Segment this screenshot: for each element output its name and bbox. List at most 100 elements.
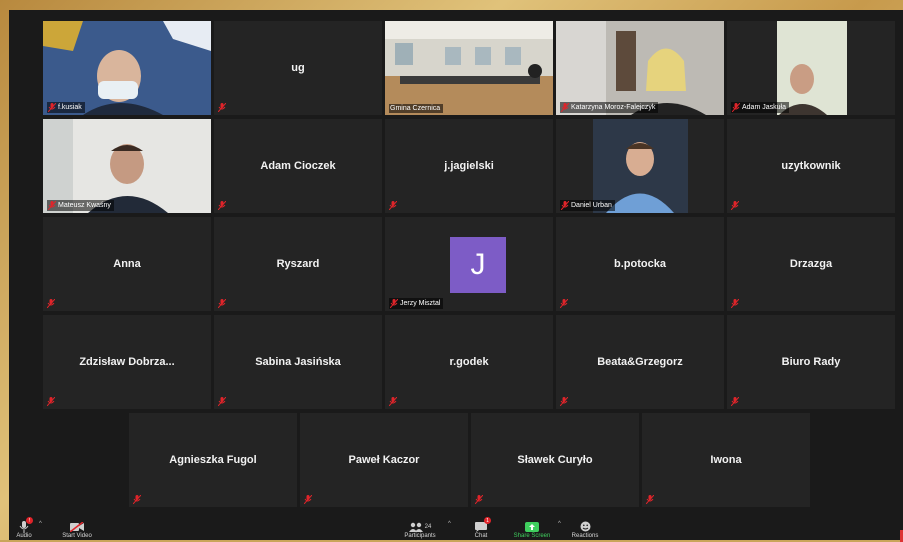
participant-video: [556, 119, 724, 213]
participant-avatar: J: [450, 237, 506, 293]
reactions-button[interactable]: Reactions: [565, 518, 605, 540]
video-tile[interactable]: uzytkownik: [727, 119, 895, 213]
participants-button[interactable]: 24 Participants: [399, 518, 441, 540]
reactions-label: Reactions: [571, 533, 599, 539]
participant-name: Jerzy Misztal: [400, 300, 441, 307]
video-tile[interactable]: Iwona: [642, 413, 810, 507]
muted-mic-icon: [560, 397, 568, 406]
video-tile[interactable]: b.potocka: [556, 217, 724, 311]
video-tile-active-speaker[interactable]: Gmina Czernica: [385, 21, 553, 115]
participant-label: Adam Jaskuła: [731, 102, 789, 113]
participant-name: Sławek Curyło: [517, 454, 593, 466]
share-screen-label: Share Screen: [513, 533, 551, 539]
muted-mic-icon: [218, 299, 226, 308]
video-tile[interactable]: Beata&Grzegorz: [556, 315, 724, 409]
muted-mic-icon: [561, 201, 569, 210]
chat-unread-badge: 1: [484, 517, 491, 524]
video-tile[interactable]: Daniel Urban: [556, 119, 724, 213]
muted-mic-icon: [731, 397, 739, 406]
audio-button[interactable]: ! Audio: [13, 517, 35, 540]
participant-name: Zdzisław Dobrza...: [79, 356, 175, 368]
video-tile[interactable]: j.jagielski: [385, 119, 553, 213]
participant-name: ug: [291, 62, 305, 74]
participant-video: [385, 21, 553, 115]
audio-options-chevron-icon[interactable]: ^: [39, 521, 42, 527]
muted-mic-icon: [133, 495, 141, 504]
reactions-smiley-icon: [580, 520, 591, 533]
participant-label: Gmina Czernica: [389, 104, 444, 113]
participant-name: Gmina Czernica: [390, 105, 441, 112]
participant-name: Daniel Urban: [571, 202, 612, 209]
participants-count: 24: [424, 523, 432, 530]
video-tile[interactable]: Katarzyna Moroz-Falejczyk: [556, 21, 724, 115]
muted-mic-icon: [732, 103, 740, 112]
participant-name: j.jagielski: [444, 160, 494, 172]
share-screen-button[interactable]: Share Screen: [509, 518, 555, 540]
muted-mic-icon: [475, 495, 483, 504]
video-tile[interactable]: Agnieszka Fugol: [129, 413, 297, 507]
muted-mic-icon: [218, 397, 226, 406]
muted-mic-icon: [48, 103, 56, 112]
muted-mic-icon: [390, 299, 398, 308]
audio-alert-badge: !: [26, 517, 33, 524]
participants-icon: [408, 522, 423, 532]
video-tile[interactable]: Adam Cioczek: [214, 119, 382, 213]
participant-video: [43, 119, 211, 213]
share-screen-icon: [525, 520, 539, 533]
video-tile[interactable]: Sławek Curyło: [471, 413, 639, 507]
video-tile[interactable]: Adam Jaskuła: [727, 21, 895, 115]
video-tile[interactable]: Mateusz Kwaśny: [43, 119, 211, 213]
participant-name: Beata&Grzegorz: [597, 356, 683, 368]
participants-options-chevron-icon[interactable]: ^: [448, 521, 451, 527]
participant-label: Jerzy Misztal: [389, 298, 444, 309]
video-off-icon: [70, 520, 84, 533]
participants-label: Participants: [404, 533, 436, 539]
participant-name: Biuro Rady: [781, 356, 841, 368]
participant-name: Iwona: [710, 454, 742, 466]
muted-mic-icon: [731, 299, 739, 308]
muted-mic-icon: [218, 103, 226, 112]
muted-mic-icon: [389, 397, 397, 406]
muted-mic-icon: [731, 201, 739, 210]
participant-name: Katarzyna Moroz-Falejczyk: [571, 104, 656, 111]
video-tile[interactable]: Sabina Jasińska: [214, 315, 382, 409]
muted-mic-icon: [560, 299, 568, 308]
participant-name: Adam Cioczek: [260, 160, 336, 172]
muted-mic-icon: [47, 397, 55, 406]
participant-name: Anna: [113, 258, 141, 270]
video-tile[interactable]: Paweł Kaczor: [300, 413, 468, 507]
video-tile[interactable]: ug: [214, 21, 382, 115]
participant-video: [43, 21, 211, 115]
share-options-chevron-icon[interactable]: ^: [558, 521, 561, 527]
participant-label: Mateusz Kwaśny: [47, 200, 114, 211]
participant-name: Ryszard: [276, 258, 320, 270]
participant-name: Adam Jaskuła: [742, 104, 786, 111]
muted-mic-icon: [48, 201, 56, 210]
video-tile[interactable]: Zdzisław Dobrza...: [43, 315, 211, 409]
muted-mic-icon: [389, 201, 397, 210]
video-tile[interactable]: f.kusiak: [43, 21, 211, 115]
video-tile[interactable]: Drzazga: [727, 217, 895, 311]
muted-mic-icon: [218, 201, 226, 210]
participant-name: f.kusiak: [58, 104, 82, 111]
participant-video: [727, 21, 895, 115]
participant-name: Sabina Jasińska: [255, 356, 341, 368]
video-tile[interactable]: r.godek: [385, 315, 553, 409]
video-tile[interactable]: Anna: [43, 217, 211, 311]
muted-mic-icon: [646, 495, 654, 504]
start-video-label: Start Video: [62, 533, 92, 539]
participant-name: Paweł Kaczor: [348, 454, 420, 466]
meeting-toolbar: ! Audio ^ Start Video 24 Participants ^ …: [9, 517, 903, 540]
video-tile[interactable]: Ryszard: [214, 217, 382, 311]
chat-button[interactable]: 1 Chat: [469, 517, 493, 540]
video-tile[interactable]: Biuro Rady: [727, 315, 895, 409]
participant-name: r.godek: [449, 356, 489, 368]
participant-name: Mateusz Kwaśny: [58, 202, 111, 209]
participant-name: Agnieszka Fugol: [169, 454, 257, 466]
chat-label: Chat: [474, 533, 488, 539]
start-video-button[interactable]: Start Video: [57, 518, 97, 540]
muted-mic-icon: [47, 299, 55, 308]
meeting-window: f.kusiak ug Gmina Czernica Katarzyna Mor…: [9, 10, 903, 542]
participant-label: f.kusiak: [47, 102, 85, 113]
muted-mic-icon: [561, 103, 569, 112]
